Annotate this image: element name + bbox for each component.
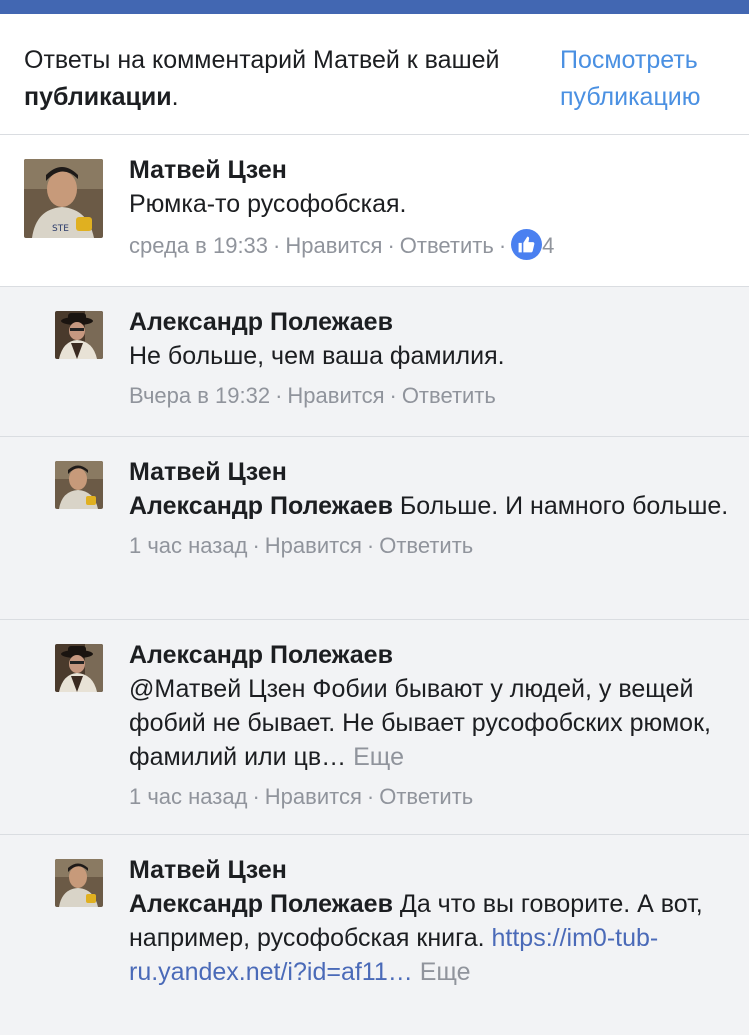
replies-header: Ответы на комментарий Матвей к вашей пуб… — [0, 14, 749, 135]
reply-author[interactable]: Александр Полежаев — [129, 638, 729, 672]
reply-time[interactable]: Вчера в 19:32 — [129, 383, 270, 408]
separator-dot: · — [366, 533, 375, 558]
svg-text:STE: STE — [52, 224, 69, 234]
title-bold-text: публикации — [24, 83, 172, 111]
reply-item: Матвей Цзен Александр Полежаев Да что вы… — [0, 835, 749, 1035]
mention-link[interactable]: Александр Полежаев — [129, 890, 393, 918]
reply-item: Александр Полежаев Не больше, чем ваша ф… — [0, 287, 749, 437]
reply-time[interactable]: 1 час назад — [129, 784, 247, 809]
reply-item: Матвей Цзен Александр Полежаев Больше. И… — [0, 437, 749, 620]
comment-item: STE Матвей Цзен Рюмка-то русофобская. ср… — [0, 135, 749, 287]
reply-text: @Матвей Цзен Фобии бывают у людей, у вещ… — [129, 672, 729, 774]
see-more-link[interactable]: Еще — [413, 958, 471, 986]
title-text: Ответы на комментарий Матвей к вашей — [24, 46, 500, 74]
separator-dot: · — [252, 533, 260, 558]
reply-meta: 1 час назад · Нравится · Ответить — [129, 531, 729, 561]
avatar[interactable] — [55, 859, 103, 907]
like-button[interactable]: Нравится — [285, 233, 382, 258]
avatar[interactable]: STE — [24, 159, 103, 238]
see-more-link[interactable]: Еще — [346, 743, 404, 771]
like-button[interactable]: Нравится — [265, 784, 362, 809]
avatar[interactable] — [55, 644, 103, 692]
separator-dot: · — [366, 784, 375, 809]
comment-text: Рюмка-то русофобская. — [129, 190, 407, 218]
like-button[interactable]: Нравится — [287, 383, 384, 408]
avatar[interactable] — [55, 311, 103, 359]
separator-dot: · — [273, 233, 281, 258]
mention-link[interactable]: Александр Полежаев — [129, 492, 393, 520]
reply-author[interactable]: Матвей Цзен — [129, 853, 729, 887]
comment-author[interactable]: Матвей Цзен — [129, 153, 729, 187]
thumbs-up-icon[interactable] — [511, 229, 543, 260]
reply-text: Александр Полежаев Больше. И намного бол… — [129, 489, 729, 523]
reply-body: Не больше, чем ваша фамилия. — [129, 342, 505, 370]
reply-item: Александр Полежаев @Матвей Цзен Фобии бы… — [0, 620, 749, 835]
reply-body: Больше. И намного больше. — [392, 492, 729, 520]
reply-body: @Матвей Цзен Фобии бывают у людей, у вещ… — [129, 675, 711, 771]
top-brand-bar — [0, 0, 749, 14]
separator-dot: · — [389, 383, 397, 408]
separator-dot: · — [275, 383, 283, 408]
reply-button[interactable]: Ответить — [379, 533, 473, 558]
comment-meta: среда в 19:33 · Нравится · Ответить · 4 — [129, 229, 729, 261]
avatar[interactable] — [55, 461, 103, 509]
separator-dot: · — [387, 233, 395, 258]
reply-text: Не больше, чем ваша фамилия. — [129, 339, 729, 373]
reply-author[interactable]: Матвей Цзен — [129, 455, 729, 489]
view-post-link[interactable]: Посмотреть публикацию — [560, 42, 740, 116]
like-button[interactable]: Нравится — [265, 533, 362, 558]
reply-author[interactable]: Александр Полежаев — [129, 305, 729, 339]
separator-dot: · — [498, 233, 507, 258]
reply-button[interactable]: Ответить — [379, 784, 473, 809]
title-suffix: . — [171, 83, 179, 111]
reply-time[interactable]: 1 час назад — [129, 533, 247, 558]
page-title: Ответы на комментарий Матвей к вашей пуб… — [24, 42, 524, 116]
reply-meta: 1 час назад · Нравится · Ответить — [129, 782, 729, 812]
reply-button[interactable]: Ответить — [400, 233, 494, 258]
comment-time[interactable]: среда в 19:33 — [129, 233, 268, 258]
separator-dot: · — [252, 784, 260, 809]
reply-text: Александр Полежаев Да что вы говорите. А… — [129, 887, 729, 989]
reply-meta: Вчера в 19:32 · Нравится · Ответить — [129, 381, 729, 411]
reaction-count[interactable]: 4 — [542, 233, 554, 258]
reply-button[interactable]: Ответить — [402, 383, 496, 408]
